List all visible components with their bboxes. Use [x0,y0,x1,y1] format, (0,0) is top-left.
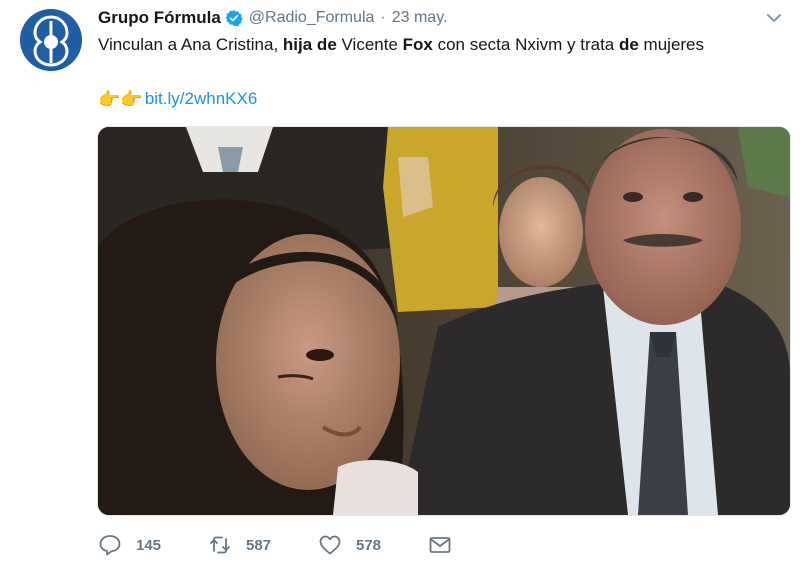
tweet-text-bold: Fox [402,35,433,54]
tweet-card[interactable]: Grupo Fórmula @Radio_Formula · 23 may. V… [0,0,800,570]
author-handle[interactable]: @Radio_Formula [249,9,375,27]
envelope-icon [429,537,451,553]
tweet-text-bold: hija de [282,35,337,54]
tweet-text: Vinculan a Ana Cristina, hija de Vicente… [98,34,788,56]
retweet-count: 587 [246,536,272,554]
tweet-header: Grupo Fórmula @Radio_Formula · 23 may. [98,6,447,30]
pointing-hand-emoji: 👉👉 [98,89,143,109]
tweet-text-part: Vinculan a Ana Cristina, [98,35,283,54]
retweet-icon [210,536,230,554]
retweet-button[interactable]: 587 [208,533,318,557]
reply-count: 145 [136,536,162,554]
tweet-link[interactable]: bit.ly/2whnKX6 [145,89,257,109]
reply-icon [99,535,121,556]
link-line: 👉👉 bit.ly/2whnKX6 [98,88,257,110]
tweet-photo[interactable] [97,126,791,516]
like-button[interactable]: 578 [318,533,428,557]
tweet-actions: 145 587 578 [98,530,468,560]
chevron-down-icon[interactable] [764,8,784,28]
tweet-text-part: mujeres [638,35,705,54]
verified-badge-icon [225,9,243,27]
tweet-timestamp[interactable]: 23 may. [392,9,448,27]
separator-dot: · [380,9,386,26]
tweet-text-part: Vicente [336,35,403,54]
display-name[interactable]: Grupo Fórmula [98,8,221,28]
like-count: 578 [356,536,382,554]
grupo-formula-logo-icon [20,9,82,71]
reply-button[interactable]: 145 [98,533,208,557]
avatar[interactable] [20,9,82,71]
photo-image [98,127,790,515]
direct-message-button[interactable] [428,533,468,557]
tweet-text-bold: de [618,35,639,54]
heart-icon [319,535,341,555]
tweet-text-part: con secta Nxivm y trata [432,35,619,54]
